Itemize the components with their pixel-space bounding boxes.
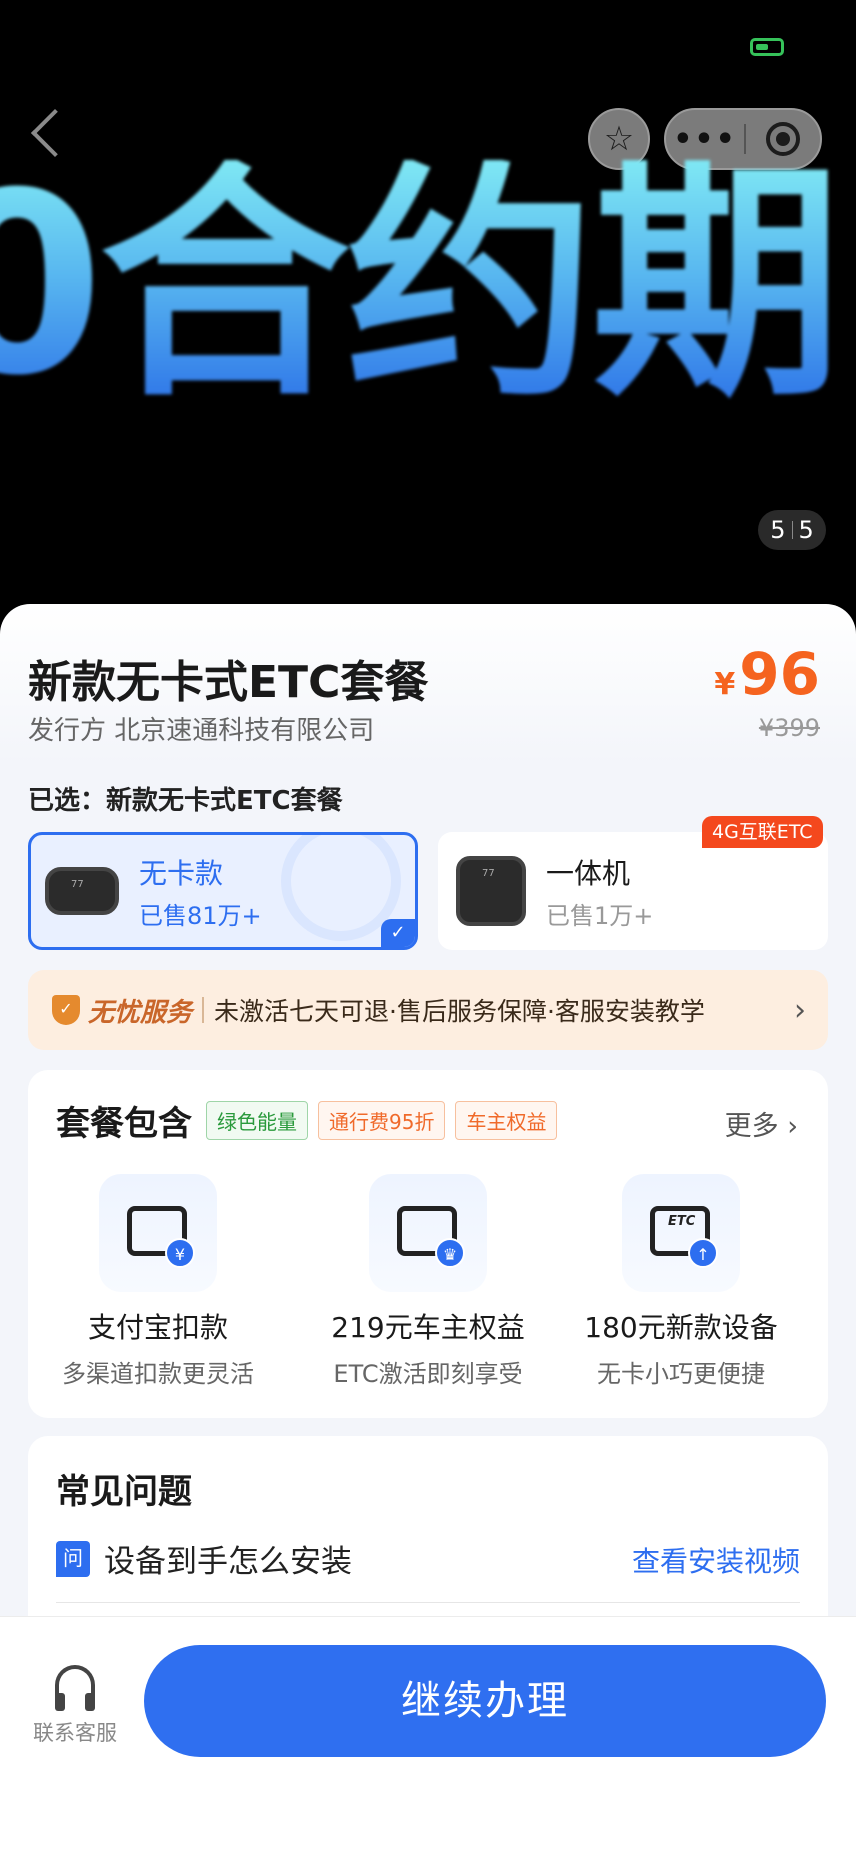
pager-total: 5: [798, 516, 814, 544]
image-pager: 55: [758, 510, 826, 550]
package-heading: 套餐包含: [56, 1104, 192, 1144]
feature-title: 支付宝扣款: [87, 1311, 228, 1344]
option-tag: 4G互联ETC: [702, 816, 823, 848]
more-link[interactable]: 更多 ›: [725, 1104, 798, 1143]
feature-item: ♛ 219元车主权益 ETC激活即刻享受: [303, 1174, 553, 1389]
etc-mark: ETC: [668, 1214, 696, 1229]
package-header: 套餐包含 绿色能量 通行费95折 车主权益: [56, 1096, 567, 1145]
hero-text: 0合约期: [0, 160, 842, 410]
feature-mark: ♛: [435, 1238, 465, 1268]
option-sold: 已售1万+: [546, 901, 654, 930]
original-price: ¥399: [758, 714, 820, 742]
shield-icon: ✓: [52, 995, 80, 1025]
faq-question[interactable]: 问 设备到手怎么安装: [56, 1536, 352, 1581]
option-name: 无卡款: [139, 856, 224, 890]
bottom-bar: 联系客服 继续办理: [0, 1616, 856, 1852]
feature-sub: 多渠道扣款更灵活: [62, 1360, 254, 1388]
package-card: 套餐包含 绿色能量 通行费95折 车主权益 更多 › ¥ 支付宝扣款 多渠道扣款…: [28, 1070, 828, 1418]
badge-owner-benefit: 车主权益: [455, 1101, 558, 1140]
faq-divider: [56, 1602, 800, 1603]
feature-item: ETC ↑ 180元新款设备 无卡小巧更便捷: [556, 1174, 806, 1389]
battery-icon: [750, 38, 784, 56]
feature-sub: 无卡小巧更便捷: [597, 1360, 765, 1388]
faq-heading: 常见问题: [56, 1472, 192, 1512]
gift-crown-icon: ♛: [369, 1174, 487, 1292]
option-all-in-one[interactable]: 一体机 已售1万+: [438, 832, 828, 950]
badge-green-energy: 绿色能量: [206, 1101, 308, 1140]
device-thumbnail: [456, 856, 526, 926]
faq-card: 常见问题 问 设备到手怎么安装 查看安装视频: [28, 1436, 828, 1636]
badge-toll-discount: 通行费95折: [318, 1101, 446, 1140]
question-icon: 问: [56, 1540, 90, 1577]
price-value: 96: [739, 640, 820, 708]
check-icon: ✓: [381, 919, 415, 947]
service-brand: 无忧服务: [88, 997, 193, 1028]
option-name: 一体机: [546, 856, 631, 890]
etc-device-icon: ETC ↑: [622, 1174, 740, 1292]
device-thumbnail: [45, 867, 119, 915]
product-title: 新款无卡式ETC套餐: [28, 657, 429, 708]
selected-label: 已选：新款无卡式ETC套餐: [28, 786, 343, 816]
pager-divider: [791, 521, 793, 539]
service-desc: 未激活七天可退·售后服务保障·客服安装教学: [214, 997, 705, 1026]
hero-banner: ☆ ••• 0合约期 55: [0, 0, 856, 640]
faq-question-text: 设备到手怎么安装: [104, 1544, 352, 1580]
continue-button[interactable]: 继续办理: [144, 1645, 826, 1757]
pager-current: 5: [770, 516, 786, 544]
feature-title: 219元车主权益: [331, 1311, 525, 1344]
feature-sub: ETC激活即刻享受: [333, 1360, 523, 1388]
service-banner[interactable]: ✓ 无忧服务 未激活七天可退·售后服务保障·客服安装教学 ›: [28, 970, 828, 1050]
feature-mark: ¥: [165, 1238, 195, 1268]
alipay-deduct-icon: ¥: [99, 1174, 217, 1292]
option-cardless[interactable]: 无卡款 已售81万+ ✓: [28, 832, 418, 950]
install-video-link[interactable]: 查看安装视频: [632, 1540, 800, 1580]
product-price: ¥ 96: [714, 640, 820, 708]
headset-icon: [55, 1665, 95, 1711]
customer-service-button[interactable]: 联系客服: [26, 1665, 124, 1747]
price-currency: ¥: [714, 667, 736, 702]
feature-item: ¥ 支付宝扣款 多渠道扣款更灵活: [33, 1174, 283, 1389]
feature-mark: ↑: [688, 1238, 718, 1268]
feature-title: 180元新款设备: [584, 1311, 778, 1344]
customer-service-label: 联系客服: [33, 1721, 117, 1745]
service-divider: [202, 997, 205, 1023]
chevron-right-icon: ›: [794, 992, 806, 1028]
product-issuer: 发行方 北京速通科技有限公司: [28, 716, 375, 746]
option-sold: 已售81万+: [139, 901, 262, 930]
